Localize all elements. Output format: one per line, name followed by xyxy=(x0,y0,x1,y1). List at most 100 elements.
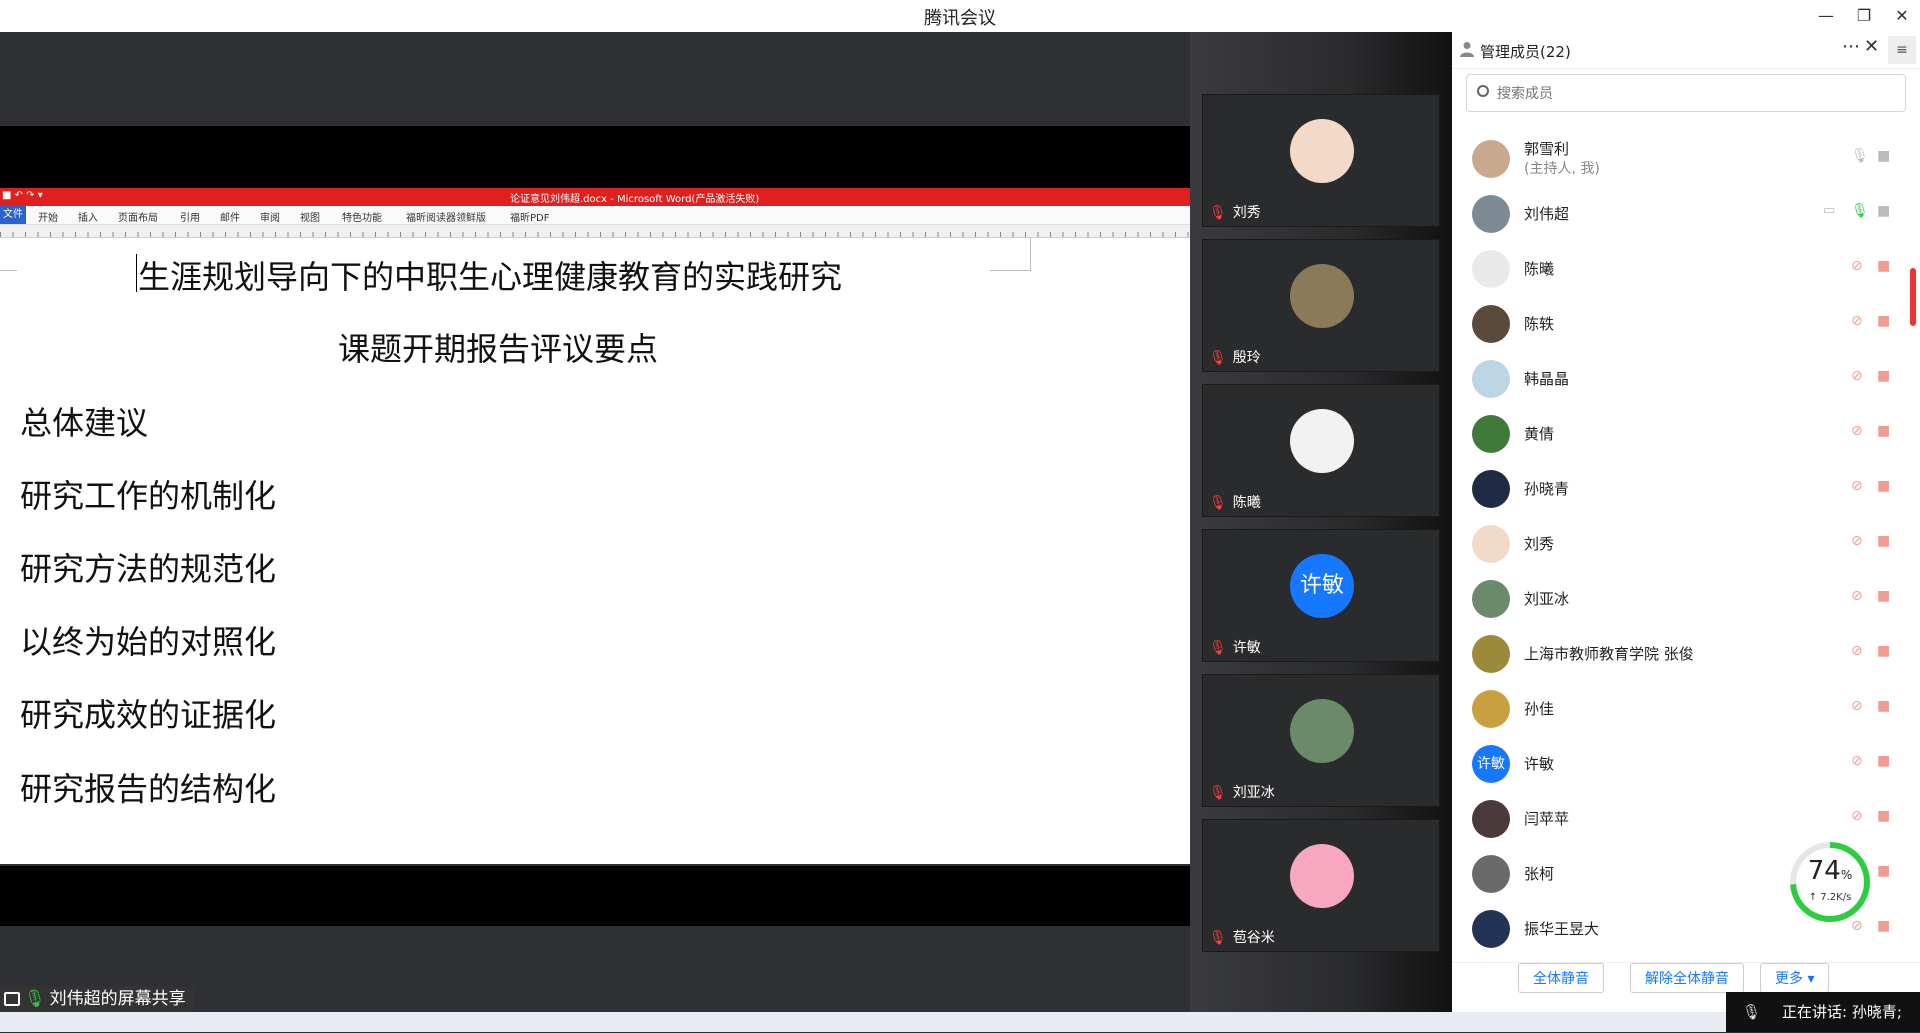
mic-icon[interactable]: 🎙 xyxy=(1851,148,1869,164)
mic-muted-icon[interactable]: ⊘ xyxy=(1851,588,1863,604)
video-tile[interactable]: 许敏 🎙 许敏 xyxy=(1202,529,1440,662)
video-tile-name: 苞谷米 xyxy=(1232,930,1275,946)
letterbox-bottom xyxy=(0,866,1190,926)
video-tile[interactable]: 🎙 陈曦 xyxy=(1202,384,1440,517)
mic-muted-icon[interactable]: ⊘ xyxy=(1851,643,1863,659)
word-tab[interactable]: 审阅 xyxy=(260,209,280,224)
member-row[interactable]: 黄倩 ⊘ ■ xyxy=(1452,405,1892,460)
screen-share-icon: ▭ xyxy=(1823,203,1836,218)
camera-off-icon[interactable]: ■ xyxy=(1877,698,1890,714)
video-tile[interactable]: 🎙 刘秀 xyxy=(1202,94,1440,227)
word-tab[interactable]: 插入 xyxy=(78,209,98,224)
mic-muted-icon[interactable]: ⊘ xyxy=(1851,808,1863,824)
avatar xyxy=(1290,699,1354,763)
camera-off-icon[interactable]: ■ xyxy=(1877,863,1890,879)
word-tab[interactable]: 视图 xyxy=(300,209,320,224)
scrollbar-thumb[interactable] xyxy=(1910,268,1916,326)
mic-muted-icon: 🎙 xyxy=(1209,495,1227,511)
word-tab[interactable]: 开始 xyxy=(38,209,58,224)
member-row[interactable]: 闫苹苹 ⊘ ■ xyxy=(1452,790,1892,845)
member-row[interactable]: 孙佳 ⊘ ■ xyxy=(1452,680,1892,735)
word-titlebar: ■ ↶ ↷ ▾ 论证意见刘伟超.docx - Microsoft Word(产品… xyxy=(0,188,1190,206)
video-tile[interactable]: 🎙 殷玲 xyxy=(1202,239,1440,372)
mic-muted-icon[interactable]: ⊘ xyxy=(1851,753,1863,769)
member-row[interactable]: 孙晓青 ⊘ ■ xyxy=(1452,460,1892,515)
member-name: 韩晶晶 xyxy=(1524,370,1570,388)
camera-off-icon[interactable]: ■ xyxy=(1877,753,1890,769)
member-row[interactable]: 刘秀 ⊘ ■ xyxy=(1452,515,1892,570)
mic-muted-icon[interactable]: ⊘ xyxy=(1851,698,1863,714)
menu-icon[interactable]: ≡ xyxy=(1888,36,1916,64)
word-tab[interactable]: 引用 xyxy=(180,209,200,224)
word-tab[interactable]: 福昕PDF xyxy=(510,209,549,224)
mic-muted-icon[interactable]: ⊘ xyxy=(1851,533,1863,549)
word-tab[interactable]: 邮件 xyxy=(220,209,240,224)
member-name: 孙晓青 xyxy=(1524,480,1570,498)
word-tab[interactable]: 页面布局 xyxy=(118,209,158,224)
more-options-icon[interactable]: ⋯ xyxy=(1842,36,1861,57)
unmute-all-button[interactable]: 解除全体静音 xyxy=(1630,963,1744,993)
mic-muted-icon[interactable]: ⊘ xyxy=(1851,478,1863,494)
member-row[interactable]: 刘亚冰 ⊘ ■ xyxy=(1452,570,1892,625)
video-tiles-column: 🎙 刘秀 🎙 殷玲 🎙 陈曦 许敏 🎙 许敏 🎙 刘亚冰 🎙 苞谷米 xyxy=(1190,32,1452,1032)
member-row[interactable]: 郭雪利 (主持人, 我) 🎙 ■ xyxy=(1452,130,1892,185)
search-input[interactable] xyxy=(1495,81,1899,107)
word-ribbon-tabs: 文件 开始 插入 页面布局 引用 邮件 审阅 视图 特色功能 福昕阅读器领鲜版 … xyxy=(0,206,1190,225)
person-icon xyxy=(1460,42,1474,57)
camera-off-icon[interactable]: ■ xyxy=(1877,643,1890,659)
document-line: 研究报告的结构化 xyxy=(20,770,277,808)
word-tab[interactable]: 福昕阅读器领鲜版 xyxy=(406,209,486,224)
minimize-button[interactable]: — xyxy=(1812,4,1840,28)
word-file-tab[interactable]: 文件 xyxy=(0,206,26,224)
word-tab[interactable]: 特色功能 xyxy=(342,209,382,224)
avatar xyxy=(1472,910,1510,948)
member-row[interactable]: 陈曦 ⊘ ■ xyxy=(1452,240,1892,295)
video-tile[interactable]: 🎙 苞谷米 xyxy=(1202,819,1440,952)
avatar xyxy=(1472,305,1510,343)
camera-icon[interactable]: ■ xyxy=(1877,148,1890,164)
mute-all-button[interactable]: 全体静音 xyxy=(1518,963,1604,993)
member-row[interactable]: 刘伟超 ▭ 🎙 ■ xyxy=(1452,185,1892,240)
mic-on-icon: 🎙 xyxy=(24,989,46,1009)
camera-off-icon[interactable]: ■ xyxy=(1877,808,1890,824)
mic-muted-icon: 🎙 xyxy=(1209,930,1227,946)
avatar xyxy=(1472,855,1510,893)
camera-off-icon[interactable]: ■ xyxy=(1877,313,1890,329)
mic-muted-icon[interactable]: ⊘ xyxy=(1851,258,1863,274)
member-role: (主持人, 我) xyxy=(1524,161,1600,177)
camera-off-icon[interactable]: ■ xyxy=(1877,918,1890,934)
close-icon[interactable]: ✕ xyxy=(1864,36,1879,57)
member-row[interactable]: 上海市教师教育学院 张俊 ⊘ ■ xyxy=(1452,625,1892,680)
camera-off-icon[interactable]: ■ xyxy=(1877,588,1890,604)
member-row[interactable]: 许敏 许敏 ⊘ ■ xyxy=(1452,735,1892,790)
camera-off-icon[interactable]: ■ xyxy=(1877,478,1890,494)
member-row[interactable]: 韩晶晶 ⊘ ■ xyxy=(1452,350,1892,405)
member-search[interactable] xyxy=(1466,74,1906,112)
word-ruler xyxy=(0,225,1190,238)
speaking-text: 正在讲话: 孙晓青; xyxy=(1782,1003,1902,1021)
member-row[interactable]: 陈轶 ⊘ ■ xyxy=(1452,295,1892,350)
restore-button[interactable]: ❐ xyxy=(1850,4,1878,28)
mic-muted-icon: 🎙 xyxy=(1209,350,1227,366)
video-tile[interactable]: 🎙 刘亚冰 xyxy=(1202,674,1440,807)
camera-off-icon[interactable]: ■ xyxy=(1877,258,1890,274)
mic-muted-icon[interactable]: ⊘ xyxy=(1851,368,1863,384)
camera-off-icon[interactable]: ■ xyxy=(1877,533,1890,549)
mic-muted-icon[interactable]: ⊘ xyxy=(1851,918,1863,934)
avatar: 许敏 xyxy=(1290,554,1354,618)
camera-off-icon[interactable]: ■ xyxy=(1877,423,1890,439)
camera-icon[interactable]: ■ xyxy=(1877,203,1890,219)
network-gauge[interactable]: 74% ↑ 7.2K/s xyxy=(1790,842,1870,922)
document-line: 研究方法的规范化 xyxy=(20,550,277,588)
mic-muted-icon[interactable]: ⊘ xyxy=(1851,423,1863,439)
network-percent: 74 xyxy=(1807,856,1841,886)
more-button[interactable]: 更多 ▾ xyxy=(1760,963,1830,993)
camera-off-icon[interactable]: ■ xyxy=(1877,368,1890,384)
mic-muted-icon[interactable]: ⊘ xyxy=(1851,313,1863,329)
member-name: 振华王昱大 xyxy=(1524,920,1600,938)
member-name: 张柯 xyxy=(1524,865,1555,883)
mic-icon[interactable]: 🎙 xyxy=(1851,203,1869,219)
close-button[interactable]: ✕ xyxy=(1888,4,1916,28)
mic-muted-icon: 🎙 xyxy=(1209,640,1227,656)
speaking-indicator: 🎙 正在讲话: 孙晓青; xyxy=(1726,992,1920,1032)
